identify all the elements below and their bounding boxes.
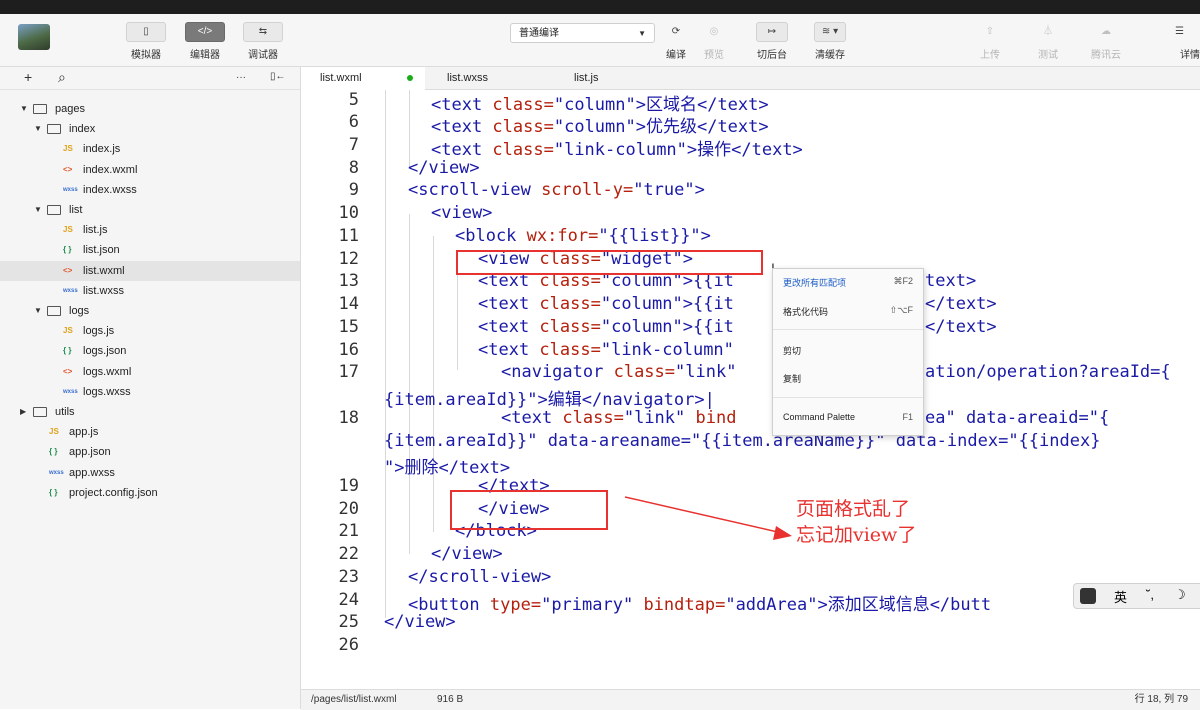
file-path: /pages/list/list.wxml [311,694,397,705]
moon-icon[interactable]: ☽ [1174,587,1186,603]
annotation-line-1: 页面格式乱了 [796,498,911,520]
menu-item-shortcut: F1 [902,412,913,422]
menu-item-change-all[interactable]: 更改所有匹配项 ⌘F2 [783,276,913,289]
menu-item-label: 剪切 [783,346,802,356]
annotation-line-2: 忘记加view了 [796,524,917,546]
menu-item-label: 更改所有匹配项 [783,278,847,288]
menu-item-cut[interactable]: 剪切 [783,344,913,357]
menu-item-shortcut: ⇧⌥F [889,305,913,315]
ime-language-toggle[interactable]: 英 [1114,587,1127,606]
menu-item-label: 格式化代码 [783,307,829,317]
file-size: 916 B [437,694,464,705]
cursor-position[interactable]: 行 18, 列 79 [1135,690,1188,710]
ime-logo-icon[interactable] [1080,588,1096,604]
status-bar: /pages/list/list.wxml 916 B 行 18, 列 79 [301,689,1200,710]
menu-item-label: 复制 [783,374,802,384]
menu-item-format-code[interactable]: 格式化代码 ⇧⌥F [783,305,913,318]
menu-item-shortcut: ⌘F2 [893,276,913,286]
context-menu: 更改所有匹配项 ⌘F2 格式化代码 ⇧⌥F 剪切 复制 Command Pale… [772,268,924,436]
annotation-note: 页面格式乱了 忘记加view了 [796,496,916,548]
menu-separator [773,397,923,398]
ime-toolbar: 英 ˘, ☽ [1073,583,1200,609]
annotation-arrow [624,496,792,540]
menu-item-copy[interactable]: 复制 [783,372,913,385]
menu-item-label: Command Palette [783,412,856,422]
menu-item-command-palette[interactable]: Command Palette F1 [783,412,913,422]
menu-separator [773,329,923,330]
ime-punct-toggle[interactable]: ˘, [1146,587,1154,602]
